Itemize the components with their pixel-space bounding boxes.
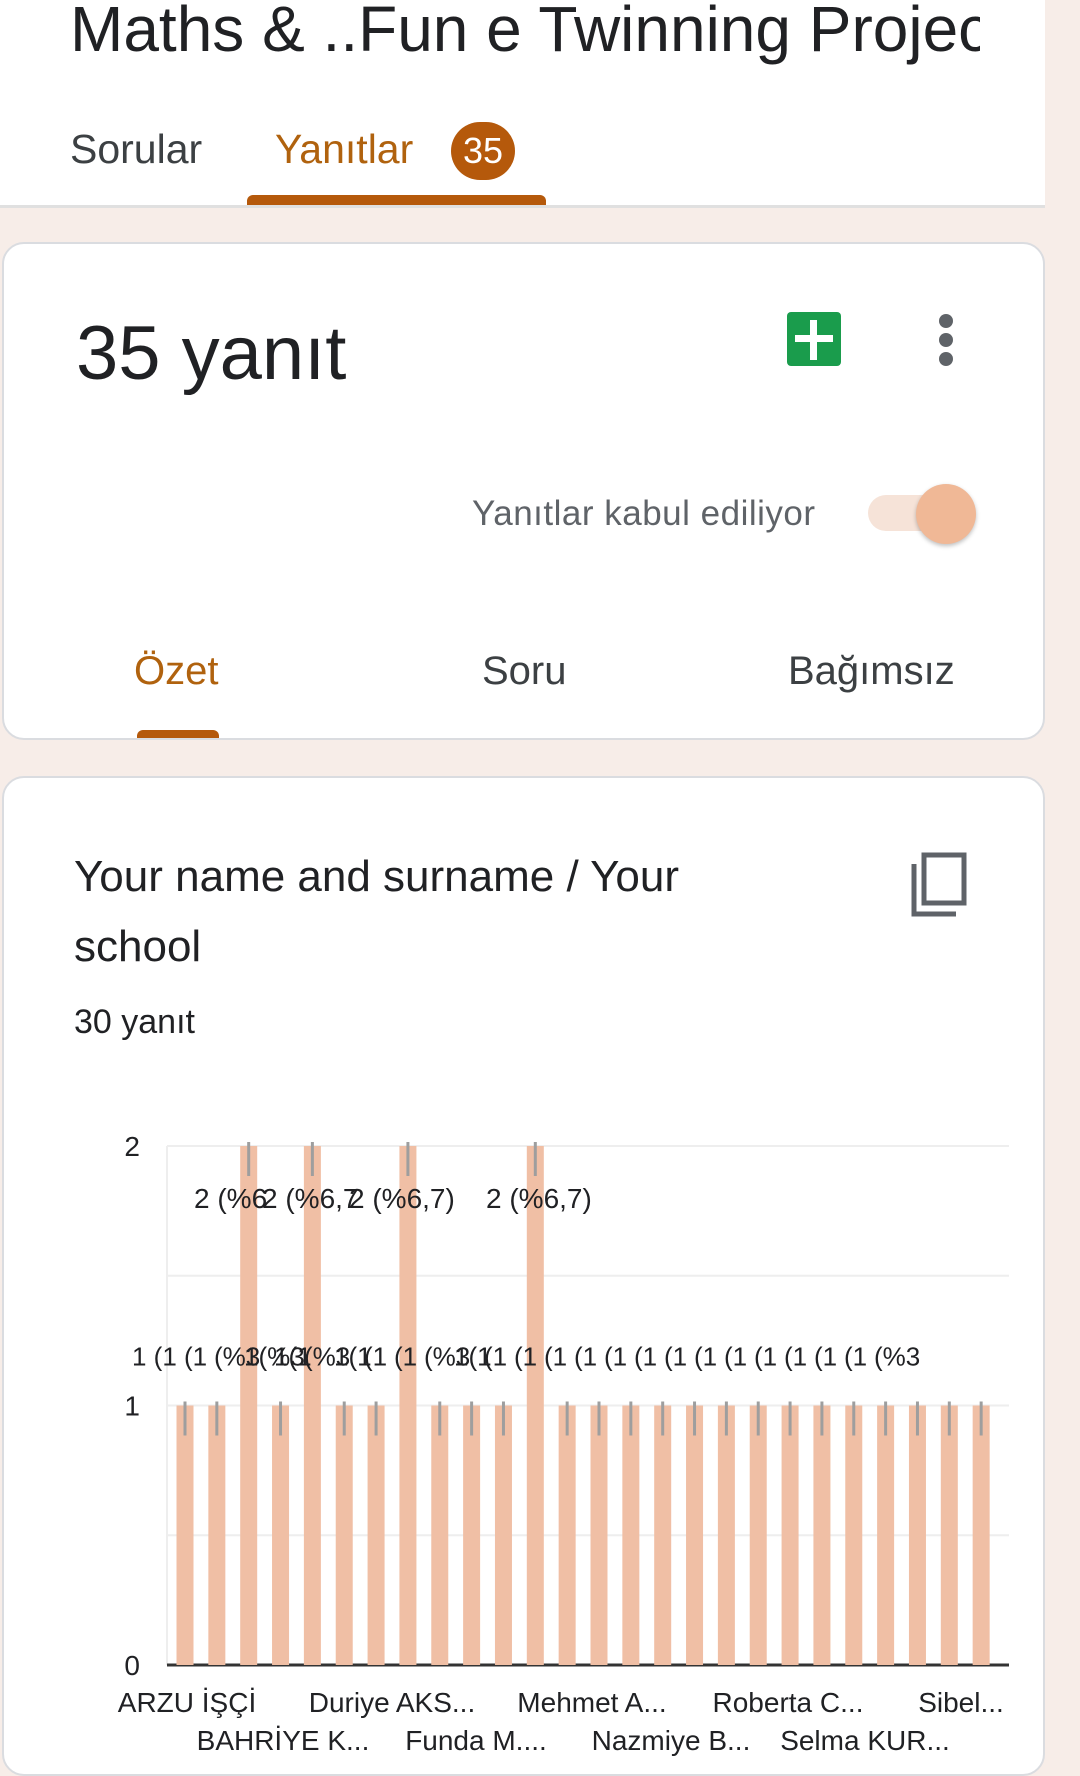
- data-label: (1: [814, 1342, 837, 1372]
- x-tick-label: Sibel...: [918, 1687, 1004, 1718]
- data-label: (1: [664, 1342, 687, 1372]
- bar: [940, 1405, 958, 1665]
- data-label: (1: [544, 1342, 567, 1372]
- responses-summary-card: 35 yanıt Yanıtlar kabul ediliyor Özet So…: [2, 242, 1045, 740]
- data-label: (1: [364, 1342, 387, 1372]
- x-tick-label: Selma KUR...: [780, 1725, 950, 1756]
- data-label: (1: [754, 1342, 777, 1372]
- bar: [972, 1405, 990, 1665]
- data-label: (1: [514, 1342, 537, 1372]
- x-tick-label: Funda M....: [405, 1725, 547, 1756]
- responses-count-badge: 35: [451, 122, 515, 180]
- bar: [749, 1405, 767, 1665]
- bar: [303, 1146, 321, 1665]
- x-tick-label: Duriye AKS...: [309, 1687, 476, 1718]
- subtab-individual[interactable]: Bağımsız: [788, 649, 955, 694]
- subtab-summary[interactable]: Özet: [134, 649, 218, 694]
- bar: [463, 1405, 481, 1665]
- subtab-question[interactable]: Soru: [482, 649, 567, 694]
- data-label-top: 2 (%6,7): [349, 1183, 455, 1214]
- bar: [240, 1146, 258, 1665]
- toggle-knob[interactable]: [916, 484, 976, 544]
- x-tick-label: Roberta C...: [713, 1687, 864, 1718]
- accepting-responses-label: Yanıtlar kabul ediliyor: [472, 494, 816, 533]
- data-label: (1: [394, 1342, 417, 1372]
- data-label-top: 2 (%6,7): [486, 1183, 592, 1214]
- bar: [399, 1146, 417, 1665]
- active-tab-indicator: [247, 195, 546, 205]
- data-label: (1: [574, 1342, 597, 1372]
- bar: [845, 1405, 863, 1665]
- y-tick-label: 0: [124, 1650, 140, 1681]
- bar: [908, 1405, 926, 1665]
- bar: [494, 1405, 512, 1665]
- sheets-icon[interactable]: [787, 312, 841, 366]
- bar: [877, 1405, 895, 1665]
- data-label: (%3: [874, 1342, 920, 1372]
- data-label-top: 2 (%6,7: [262, 1183, 359, 1214]
- bar: [781, 1405, 799, 1665]
- bar: [717, 1405, 735, 1665]
- bar: [208, 1405, 226, 1665]
- bar: [272, 1405, 290, 1665]
- data-label: (1: [184, 1342, 207, 1372]
- app-header: Maths & ..Fun e Twinning Project Sorular…: [0, 0, 1045, 208]
- bar: [431, 1405, 449, 1665]
- more-vert-icon[interactable]: [934, 314, 958, 366]
- tab-questions[interactable]: Sorular: [70, 126, 202, 173]
- data-label: (1: [724, 1342, 747, 1372]
- data-label: (1: [784, 1342, 807, 1372]
- x-tick-label: ARZU İŞÇİ: [118, 1687, 256, 1718]
- responses-bar-chart: 0121 (1 (1 (%31(%31(1(%31(1(1 (1 (%31(1(1 (1(…: [118, 1131, 1009, 1756]
- bar: [590, 1405, 608, 1665]
- data-label: (1: [844, 1342, 867, 1372]
- tab-responses[interactable]: Yanıtlar: [275, 126, 413, 173]
- subtab-active-indicator: [137, 730, 219, 738]
- data-label: (1: [634, 1342, 657, 1372]
- data-label: (1: [604, 1342, 627, 1372]
- total-responses-heading: 35 yanıt: [76, 311, 347, 396]
- bar: [367, 1405, 385, 1665]
- y-tick-label: 2: [124, 1131, 140, 1162]
- bar: [654, 1405, 672, 1665]
- x-tick-label: Nazmiye B...: [592, 1725, 751, 1756]
- x-tick-label: Mehmet A...: [517, 1687, 666, 1718]
- form-title: Maths & ..Fun e Twinning Project: [70, 0, 980, 65]
- bar: [622, 1405, 640, 1665]
- bar: [813, 1405, 831, 1665]
- bar: [176, 1405, 194, 1665]
- bar: [526, 1146, 544, 1665]
- bar: [558, 1405, 576, 1665]
- data-label: 1 (1: [132, 1342, 177, 1372]
- bar: [686, 1405, 704, 1665]
- x-tick-label: BAHRİYE K...: [197, 1725, 370, 1756]
- y-tick-label: 1: [124, 1391, 140, 1422]
- data-label: (1: [484, 1342, 507, 1372]
- data-label-top: 2 (%6: [194, 1183, 267, 1214]
- bar: [335, 1405, 353, 1665]
- question-summary-card: Your name and surname / Your school 30 y…: [2, 776, 1045, 1776]
- data-label: (1: [694, 1342, 717, 1372]
